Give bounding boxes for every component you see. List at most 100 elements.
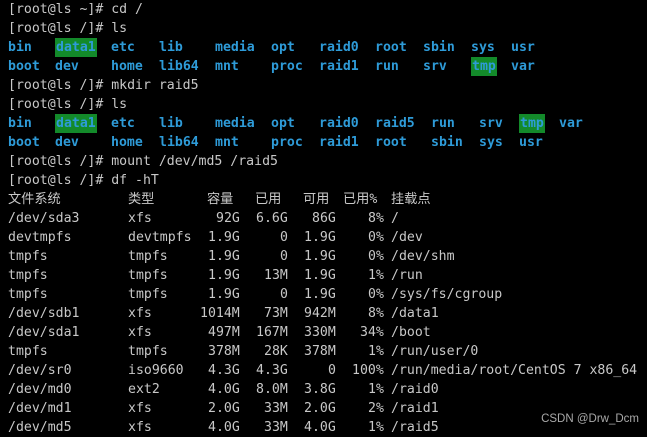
ls-entry-lib64: lib64 [159, 135, 199, 150]
df-cell: /dev/sdb1 [8, 306, 80, 321]
ls-entry-mnt: mnt [215, 59, 239, 74]
ls-entry-home: home [111, 135, 143, 150]
df-cell: 2.0G [208, 401, 240, 416]
ls-output-row: boot dev home lib64 mnt proc raid1 run srv tmp var [0, 57, 647, 76]
ls-entry-etc: etc [111, 40, 135, 55]
ls-entry-proc: proc [271, 135, 303, 150]
ls-entry-run: run [431, 116, 455, 131]
df-cell: tmpfs [128, 287, 168, 302]
df-cell: /run/media/root/CentOS 7 x86_64 [391, 363, 638, 378]
df-cell: 1.9G [208, 249, 240, 264]
df-cell: tmpfs [8, 344, 48, 359]
ls-entry-dev: dev [55, 59, 79, 74]
df-cell: 330M [304, 325, 336, 340]
df-table-row: /dev/sdb1 xfs 1014M 73M 942M 8% /data1 [0, 304, 647, 323]
df-cell: 33M [264, 401, 288, 416]
df-cell: /dev/sda3 [8, 211, 80, 226]
df-header-row: 文件系统 类型 容量 已用 可用 已用% 挂载点 [0, 190, 647, 209]
df-cell: 1.9G [208, 230, 240, 245]
df-cell: tmpfs [8, 287, 48, 302]
df-cell: /raid5 [391, 420, 439, 435]
ls-entry-tmp: tmp [519, 114, 545, 133]
command-text: [root@ls /]# mount /dev/md5 /raid5 [8, 154, 278, 169]
ls-entry-usr: usr [511, 40, 535, 55]
ls-entry-raid5: raid5 [375, 116, 415, 131]
df-table-row: tmpfs tmpfs 1.9G 13M 1.9G 1% /run [0, 266, 647, 285]
df-cell: 86G [312, 211, 336, 226]
df-header-cell: 容量 [207, 192, 234, 207]
df-cell: /boot [391, 325, 431, 340]
df-cell: 8.0M [256, 382, 288, 397]
ls-output-row: boot dev home lib64 mnt proc raid1 root sbin sys u… [0, 133, 647, 152]
terminal-window[interactable]: { "terminal": { "colors": { "background"… [0, 0, 647, 437]
df-cell: 0 [280, 230, 288, 245]
df-cell: tmpfs [128, 344, 168, 359]
df-cell: xfs [128, 306, 152, 321]
df-table-row: /dev/sda1 xfs 497M 167M 330M 34% /boot [0, 323, 647, 342]
df-cell: 0% [368, 230, 384, 245]
ls-entry-data1: data1 [55, 38, 97, 57]
ls-entry-sys: sys [479, 135, 503, 150]
df-cell: /dev/sr0 [8, 363, 72, 378]
csdn-watermark: CSDN @Drw_Dcm [541, 413, 639, 425]
df-cell: 378M [304, 344, 336, 359]
ls-entry-var: var [559, 116, 583, 131]
ls-entry-lib64: lib64 [159, 59, 199, 74]
df-table-row: devtmpfs devtmpfs 1.9G 0 1.9G 0% /dev [0, 228, 647, 247]
ls-entry-lib: lib [159, 116, 183, 131]
df-cell: xfs [128, 401, 152, 416]
df-cell: xfs [128, 211, 152, 226]
command-line: [root@ls /]# ls [0, 95, 647, 114]
df-cell: /dev [391, 230, 423, 245]
df-cell: 0 [280, 249, 288, 264]
ls-entry-srv: srv [479, 116, 503, 131]
command-text: [root@ls /]# df -hT [8, 173, 159, 188]
ls-entry-opt: opt [271, 40, 295, 55]
ls-entry-media: media [215, 116, 255, 131]
df-cell: 13M [264, 268, 288, 283]
df-header-cell: 文件系统 [8, 192, 61, 207]
df-cell: ext2 [128, 382, 160, 397]
ls-entry-raid0: raid0 [319, 40, 359, 55]
df-cell: /run/user/0 [391, 344, 479, 359]
df-cell: 33M [264, 420, 288, 435]
df-cell: 942M [304, 306, 336, 321]
ls-output-row: bin data1 etc lib media opt raid0 root sbin sys us… [0, 38, 647, 57]
ls-entry-root: root [375, 135, 407, 150]
df-cell: 2% [368, 401, 384, 416]
df-header-cell: 挂载点 [391, 192, 431, 207]
df-cell: iso9660 [128, 363, 184, 378]
ls-entry-boot: boot [8, 135, 40, 150]
ls-entry-proc: proc [271, 59, 303, 74]
df-cell: 378M [208, 344, 240, 359]
ls-entry-lib: lib [159, 40, 183, 55]
df-cell: 3.8G [304, 382, 336, 397]
df-cell: /dev/md5 [8, 420, 72, 435]
df-cell: /dev/md1 [8, 401, 72, 416]
df-cell: 497M [208, 325, 240, 340]
df-cell: tmpfs [128, 268, 168, 283]
df-cell: /run [391, 268, 423, 283]
df-cell: 4.0G [304, 420, 336, 435]
ls-entry-media: media [215, 40, 255, 55]
df-table-row: /dev/sda3 xfs 92G 6.6G 86G 8% / [0, 209, 647, 228]
df-cell: 1% [368, 382, 384, 397]
df-header-cell: 可用 [303, 192, 330, 207]
df-cell: /raid0 [391, 382, 439, 397]
ls-entry-dev: dev [55, 135, 79, 150]
df-cell: 4.0G [208, 382, 240, 397]
df-cell: 4.3G [208, 363, 240, 378]
terminal-output[interactable]: [root@ls ~]# cd / [root@ls /]# ls bin data1… [0, 0, 647, 437]
df-cell: 1% [368, 344, 384, 359]
ls-entry-home: home [111, 59, 143, 74]
df-cell: tmpfs [128, 249, 168, 264]
ls-entry-data1: data1 [55, 114, 97, 133]
df-cell: xfs [128, 420, 152, 435]
ls-entry-run: run [375, 59, 399, 74]
command-line: [root@ls /]# df -hT [0, 171, 647, 190]
df-cell: 1% [368, 268, 384, 283]
command-text: [root@ls /]# ls [8, 21, 128, 36]
df-table-row: tmpfs tmpfs 1.9G 0 1.9G 0% /dev/shm [0, 247, 647, 266]
ls-entry-opt: opt [271, 116, 295, 131]
df-header-cell: 已用% [343, 192, 378, 207]
